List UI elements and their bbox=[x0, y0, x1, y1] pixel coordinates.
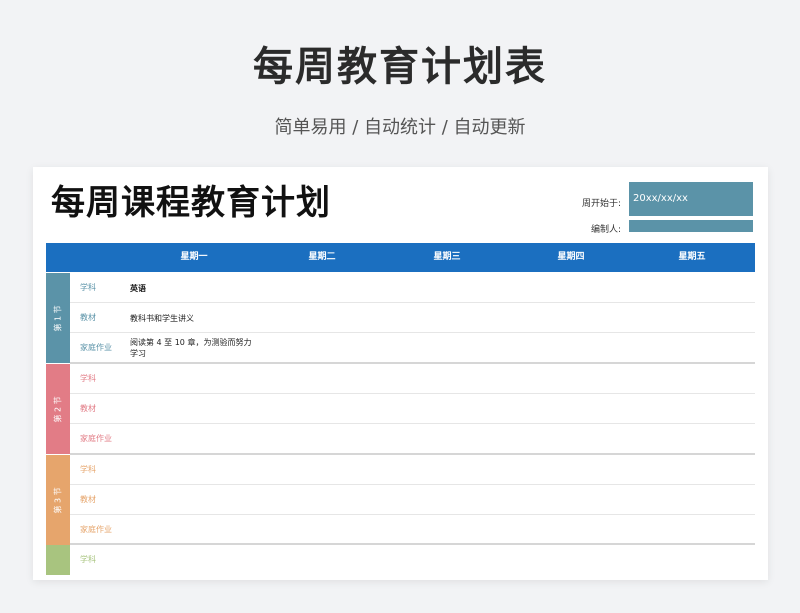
section-2: 第 2 节 学科 教材 家庭作业 bbox=[46, 364, 755, 454]
row-label: 学科 bbox=[80, 374, 96, 383]
table-row[interactable]: 教材 教科书和学生讲义 bbox=[70, 303, 755, 333]
table-row[interactable]: 学科 bbox=[70, 455, 755, 485]
section-4-tag bbox=[46, 545, 70, 575]
day-monday: 星期一 bbox=[180, 252, 208, 262]
section-3: 第 3 节 学科 教材 家庭作业 bbox=[46, 455, 755, 545]
row-value: 英语 bbox=[130, 284, 146, 293]
row-label: 家庭作业 bbox=[80, 434, 112, 443]
section-1-tag: 第 1 节 bbox=[46, 273, 70, 363]
day-thursday: 星期四 bbox=[557, 252, 585, 262]
section-4: 学科 bbox=[46, 545, 755, 575]
row-label: 家庭作业 bbox=[80, 343, 112, 352]
row-label: 学科 bbox=[80, 555, 96, 564]
row-label: 学科 bbox=[80, 465, 96, 474]
day-tuesday: 星期二 bbox=[308, 252, 336, 262]
section-1: 第 1 节 学科 英语 教材 教科书和学生讲义 家庭作业 阅读第 4 至 10 … bbox=[46, 273, 755, 363]
row-label: 学科 bbox=[80, 283, 96, 292]
table-row[interactable]: 家庭作业 bbox=[70, 424, 755, 454]
document-title: 每周课程教育计划 bbox=[51, 183, 331, 223]
table-row[interactable]: 家庭作业 bbox=[70, 515, 755, 545]
row-label: 家庭作业 bbox=[80, 525, 112, 534]
section-2-tag: 第 2 节 bbox=[46, 364, 70, 454]
table-row[interactable]: 学科 英语 bbox=[70, 273, 755, 303]
table-row[interactable]: 学科 bbox=[70, 545, 755, 575]
weekday-header: 星期一 星期二 星期三 星期四 星期五 bbox=[46, 243, 755, 272]
week-start-field[interactable]: 20xx/xx/xx bbox=[629, 182, 753, 216]
table-row[interactable]: 学科 bbox=[70, 364, 755, 394]
table-row[interactable]: 教材 bbox=[70, 485, 755, 515]
row-label: 教材 bbox=[80, 313, 96, 322]
planner-card: 每周课程教育计划 周开始于: 20xx/xx/xx 编制人: 星期一 星期二 星… bbox=[33, 167, 768, 580]
week-start-label: 周开始于: bbox=[581, 199, 621, 209]
author-field[interactable] bbox=[629, 220, 753, 232]
section-3-tag: 第 3 节 bbox=[46, 455, 70, 545]
row-label: 教材 bbox=[80, 495, 96, 504]
day-wednesday: 星期三 bbox=[433, 252, 461, 262]
author-label: 编制人: bbox=[590, 225, 621, 235]
row-value: 阅读第 4 至 10 章，为测验而努力 学习 bbox=[130, 338, 252, 358]
hero-subtitle: 简单易用 / 自动统计 / 自动更新 bbox=[274, 117, 526, 138]
row-value: 教科书和学生讲义 bbox=[130, 314, 194, 323]
hero-title: 每周教育计划表 bbox=[253, 44, 547, 90]
day-friday: 星期五 bbox=[678, 252, 706, 262]
row-label: 教材 bbox=[80, 404, 96, 413]
table-row[interactable]: 家庭作业 阅读第 4 至 10 章，为测验而努力 学习 bbox=[70, 333, 755, 363]
table-row[interactable]: 教材 bbox=[70, 394, 755, 424]
